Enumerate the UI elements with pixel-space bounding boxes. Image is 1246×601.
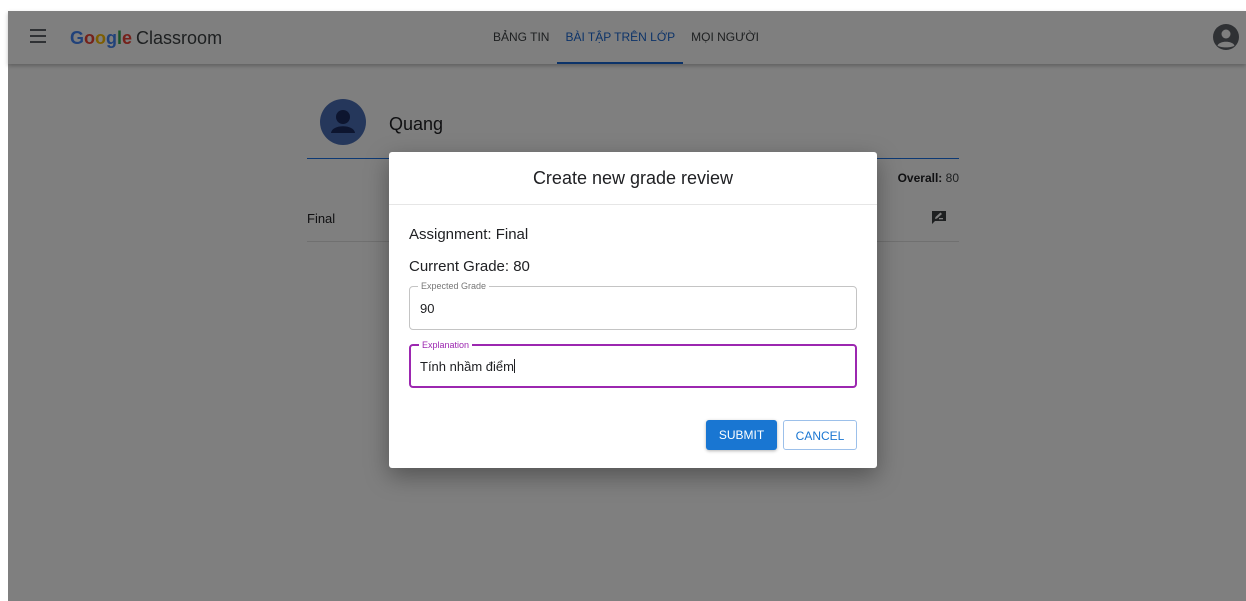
- explanation-field[interactable]: Explanation Tính nhầm điểm: [409, 339, 857, 388]
- explanation-input[interactable]: Tính nhầm điểm: [420, 359, 840, 374]
- expected-grade-field[interactable]: Expected Grade 90: [409, 280, 857, 330]
- text-caret: [513, 359, 515, 373]
- explanation-label: Explanation: [419, 339, 473, 351]
- explanation-text: Tính nhầm điểm: [420, 359, 514, 374]
- expected-grade-label: Expected Grade: [418, 280, 490, 292]
- submit-button[interactable]: SUBMIT: [706, 420, 777, 450]
- assignment-info: Assignment: Final: [409, 226, 529, 243]
- current-grade-info: Current Grade: 80: [409, 258, 530, 275]
- dialog-title: Create new grade review: [389, 152, 877, 205]
- cancel-button[interactable]: CANCEL: [783, 420, 857, 450]
- grade-review-dialog: Create new grade review Assignment: Fina…: [389, 152, 877, 468]
- expected-grade-input[interactable]: 90: [420, 301, 840, 316]
